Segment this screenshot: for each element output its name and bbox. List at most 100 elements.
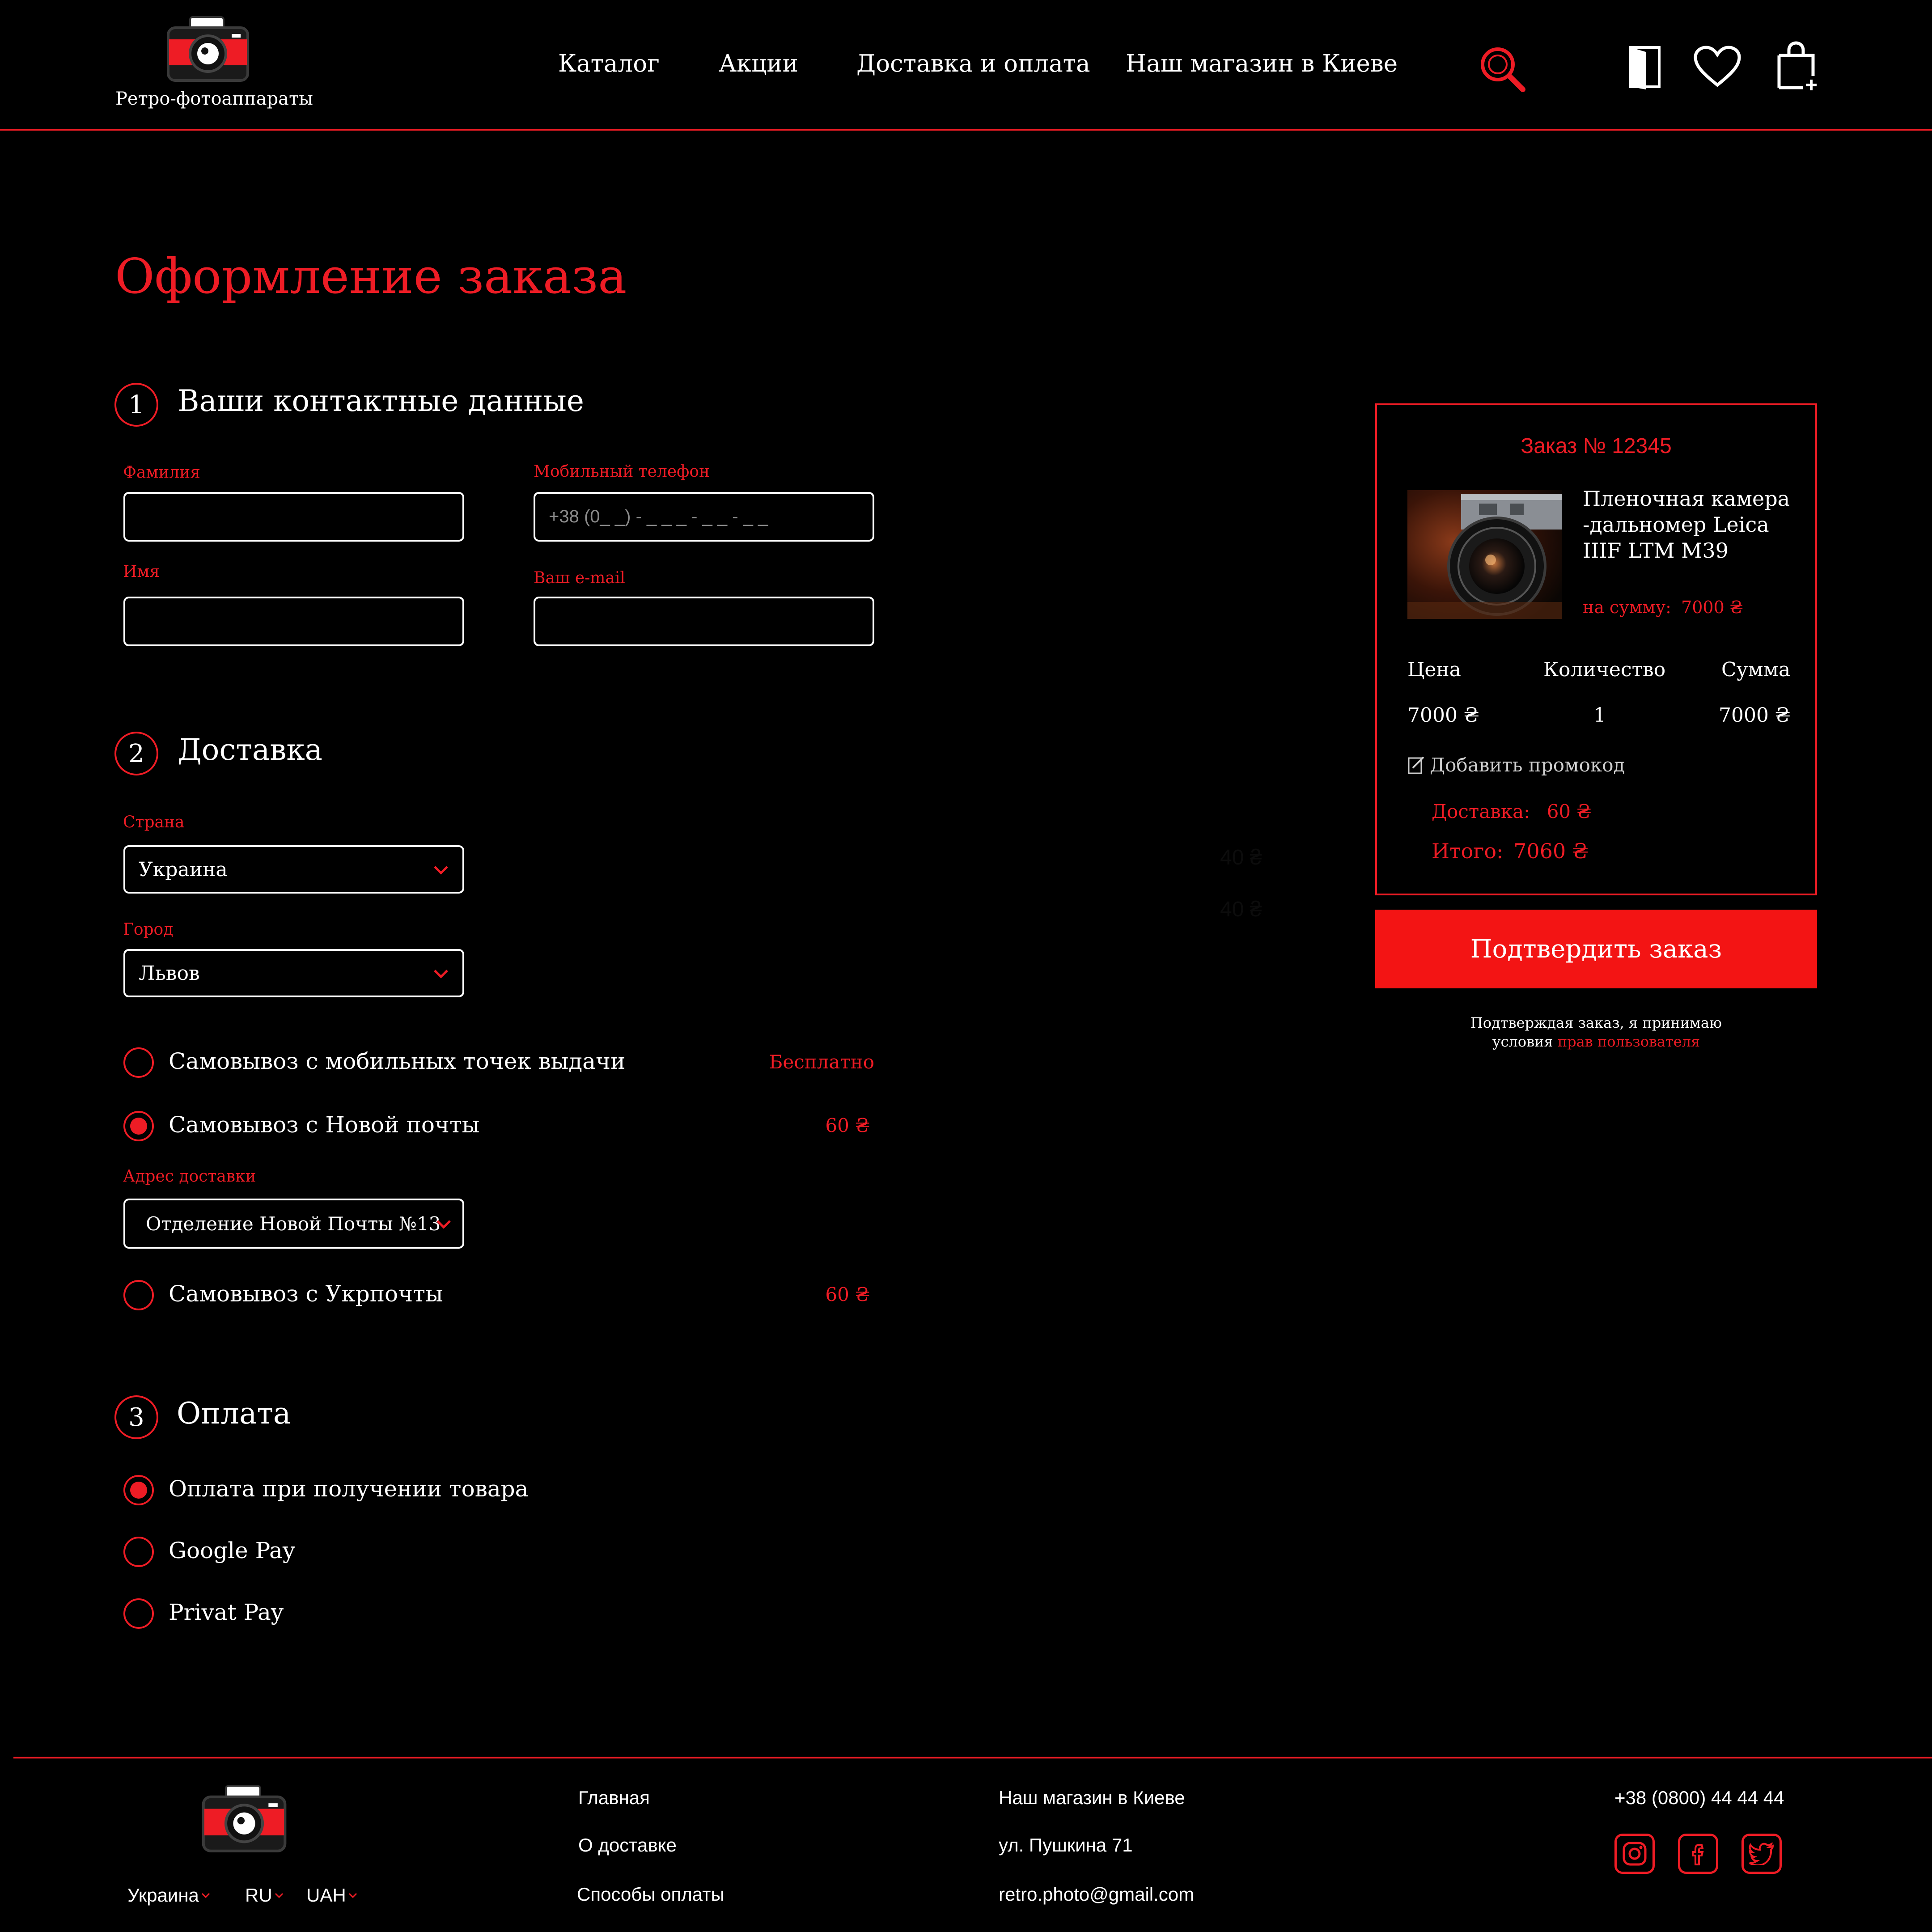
terms-link[interactable]: прав пользователя bbox=[1558, 1033, 1700, 1050]
step-3-badge: 3 bbox=[114, 1395, 158, 1439]
city-value: Львов bbox=[139, 962, 200, 985]
edit-pencil-icon bbox=[1408, 756, 1424, 774]
promo-label: Добавить промокод bbox=[1430, 754, 1625, 776]
col-qty-header: Количество bbox=[1543, 658, 1666, 681]
delivery-option-nova-poshta-radio[interactable] bbox=[123, 1111, 154, 1141]
facebook-link[interactable] bbox=[1678, 1834, 1718, 1874]
confirm-order-button[interactable]: Подтвердить заказ bbox=[1375, 910, 1817, 988]
surname-label: Фамилия bbox=[123, 463, 200, 482]
nav-delivery-payment[interactable]: Доставка и оплата bbox=[856, 50, 1090, 77]
phone-label: Мобильный телефон bbox=[534, 462, 710, 481]
total-value: 7000 ₴ bbox=[1719, 704, 1791, 727]
qty-value: 1 bbox=[1593, 704, 1606, 727]
language-selector[interactable]: RU bbox=[245, 1885, 284, 1906]
currency-selector[interactable]: UAH bbox=[306, 1885, 358, 1906]
step-1-badge: 1 bbox=[114, 383, 158, 427]
delivery-option-nova-poshta-price: 60 ₴ bbox=[825, 1114, 870, 1136]
chevron-down-icon bbox=[434, 970, 448, 979]
product-name: Пленочная камера -дальномер Leica IIIF L… bbox=[1583, 486, 1806, 564]
name-input[interactable] bbox=[123, 597, 464, 646]
step-2-badge: 2 bbox=[114, 732, 158, 775]
city-select[interactable]: Львов bbox=[123, 949, 464, 997]
product-name-line-3: IIIF LTM M39 bbox=[1583, 538, 1729, 563]
delivery-option-nova-poshta-label[interactable]: Самовывоз с Новой почты bbox=[169, 1112, 479, 1138]
footer-camera-logo-icon[interactable] bbox=[200, 1782, 288, 1855]
city-label: Город bbox=[123, 920, 174, 939]
promo-link[interactable]: Добавить промокод bbox=[1407, 754, 1625, 776]
email-input[interactable] bbox=[534, 597, 874, 646]
delivery-section-title: Доставка bbox=[178, 733, 322, 767]
product-sum: на сумму: 7000 ₴ bbox=[1583, 597, 1743, 617]
country-selector[interactable]: Украина bbox=[127, 1885, 211, 1906]
delivery-cost-value: 60 ₴ bbox=[1546, 801, 1592, 822]
delivery-option-ukrposhta-radio[interactable] bbox=[123, 1280, 154, 1310]
chevron-down-icon bbox=[434, 866, 448, 875]
language-selector-value: RU bbox=[245, 1885, 272, 1906]
product-name-line-2: -дальномер Leica bbox=[1583, 513, 1769, 537]
grand-total: Итого: 7060 ₴ bbox=[1432, 839, 1589, 863]
footer-link-payment-methods[interactable]: Способы оплаты bbox=[577, 1884, 724, 1905]
surname-input[interactable] bbox=[123, 492, 464, 542]
logo-text: Ретро-фотоаппараты bbox=[115, 89, 313, 109]
payment-option-cash-label[interactable]: Оплата при получении товара bbox=[169, 1476, 528, 1502]
delivery-cost: Доставка: 60 ₴ bbox=[1432, 801, 1591, 822]
product-sum-label: на сумму: bbox=[1583, 597, 1671, 617]
chevron-down-icon bbox=[201, 1893, 210, 1898]
terms-line-1: Подтверждая заказ, я принимаю bbox=[1470, 1014, 1722, 1031]
delivery-option-mobile-points-price: Бесплатно bbox=[769, 1051, 874, 1073]
payment-option-google-pay-label[interactable]: Google Pay bbox=[169, 1538, 295, 1563]
delivery-option-mobile-points-label[interactable]: Самовывоз с мобильных точек выдачи bbox=[169, 1048, 625, 1074]
footer-link-home[interactable]: Главная bbox=[578, 1787, 650, 1809]
favorites-heart-icon[interactable] bbox=[1693, 45, 1742, 88]
product-name-line-1: Пленочная камера bbox=[1583, 487, 1790, 511]
order-summary: Заказ № 12345 Пленочная камера -дальноме… bbox=[1375, 403, 1817, 895]
payment-option-cash-radio[interactable] bbox=[123, 1475, 154, 1505]
faint-price-1: 40 ₴ bbox=[1220, 846, 1262, 869]
footer-email[interactable]: retro.photo@gmail.com bbox=[999, 1884, 1194, 1905]
chevron-down-icon bbox=[275, 1893, 283, 1898]
product-image bbox=[1407, 490, 1562, 619]
name-label: Имя bbox=[123, 563, 160, 581]
terms-line-2: условия прав пользователя bbox=[1375, 1032, 1817, 1051]
delivery-option-mobile-points-radio[interactable] bbox=[123, 1047, 154, 1078]
terms-prefix: условия bbox=[1492, 1033, 1558, 1050]
payment-option-privat-pay-label[interactable]: Privat Pay bbox=[169, 1599, 284, 1625]
product-sum-value: 7000 ₴ bbox=[1681, 597, 1743, 617]
country-select[interactable]: Украина bbox=[123, 845, 464, 894]
instagram-icon bbox=[1623, 1842, 1647, 1866]
chevron-down-icon bbox=[436, 1220, 451, 1229]
login-door-icon[interactable] bbox=[1628, 45, 1662, 89]
footer-phone[interactable]: +38 (0800) 44 44 44 bbox=[1614, 1787, 1784, 1809]
grand-total-value: 7060 ₴ bbox=[1513, 839, 1589, 863]
contacts-section-title: Ваши контактные данные bbox=[178, 384, 584, 418]
address-select[interactable]: Отделение Новой Почты №13 bbox=[123, 1199, 464, 1249]
page-title: Оформление заказа bbox=[115, 249, 627, 305]
grand-total-label: Итого: bbox=[1432, 839, 1504, 863]
nav-kyiv-store[interactable]: Наш магазин в Киеве bbox=[1126, 50, 1398, 77]
nav-sales[interactable]: Акции bbox=[719, 50, 798, 77]
header-divider bbox=[0, 129, 1932, 131]
col-price-header: Цена bbox=[1407, 658, 1461, 681]
country-selector-value: Украина bbox=[127, 1885, 199, 1906]
footer-store-kyiv[interactable]: Наш магазин в Киеве bbox=[999, 1787, 1185, 1809]
payment-option-privat-pay-radio[interactable] bbox=[123, 1598, 154, 1629]
terms-text: Подтверждая заказ, я принимаю условия пр… bbox=[1375, 1013, 1817, 1051]
facebook-icon bbox=[1692, 1844, 1704, 1865]
col-total-header: Сумма bbox=[1721, 658, 1791, 681]
payment-section-title: Оплата bbox=[177, 1396, 291, 1431]
price-value: 7000 ₴ bbox=[1407, 704, 1479, 727]
logo[interactable]: Ретро-фотоаппараты bbox=[112, 13, 313, 116]
nav-catalog[interactable]: Каталог bbox=[558, 50, 660, 77]
search-icon[interactable] bbox=[1478, 45, 1527, 94]
delivery-option-ukrposhta-label[interactable]: Самовывоз с Укрпочты bbox=[169, 1281, 443, 1307]
delivery-cost-label: Доставка: bbox=[1432, 801, 1530, 822]
cart-bag-icon[interactable] bbox=[1775, 41, 1820, 91]
header: Ретро-фотоаппараты Каталог Акции Доставк… bbox=[0, 0, 1932, 130]
payment-option-google-pay-radio[interactable] bbox=[123, 1537, 154, 1567]
phone-input[interactable] bbox=[534, 492, 874, 542]
twitter-link[interactable] bbox=[1741, 1834, 1782, 1874]
footer-divider bbox=[13, 1757, 1932, 1758]
radio-selected-dot bbox=[130, 1118, 147, 1135]
footer-link-delivery[interactable]: О доставке bbox=[578, 1835, 677, 1856]
instagram-link[interactable] bbox=[1614, 1834, 1655, 1874]
